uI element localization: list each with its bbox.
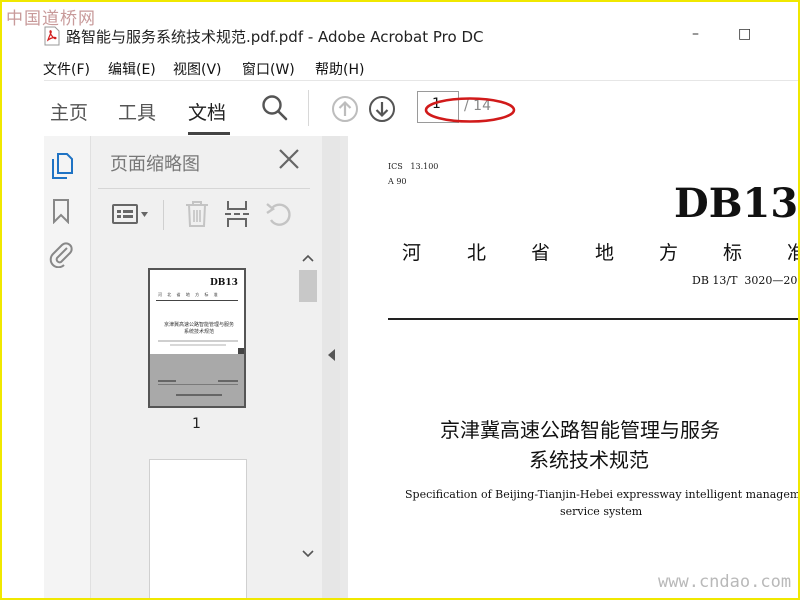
watermark-bottom: www.cndao.com: [658, 572, 792, 592]
thumb-header: 河 北 省 地 方 标 准: [158, 292, 220, 297]
doc-header-char: 河: [402, 242, 422, 264]
tab-document[interactable]: 文档: [188, 98, 226, 125]
pdf-file-icon: [44, 26, 60, 46]
tab-home[interactable]: 主页: [50, 98, 88, 125]
acrobat-window: 中国道桥网 路智能与服务系统技术规范.pdf.pdf - Adobe Acrob…: [2, 2, 798, 598]
maximize-button[interactable]: □: [738, 26, 751, 42]
rotate-page-icon[interactable]: [264, 200, 294, 228]
scroll-thumb[interactable]: [299, 270, 317, 302]
doc-english-line1: Specification of Beijing-Tianjin-Hebei e…: [405, 488, 798, 501]
menu-view[interactable]: 视图(V): [173, 59, 222, 79]
tab-tools[interactable]: 工具: [118, 98, 156, 125]
doc-db-code: DB13: [674, 180, 798, 227]
scroll-down-icon[interactable]: [302, 550, 314, 558]
doc-header-char: 准: [787, 242, 798, 264]
panel-tool-separator: [163, 200, 164, 230]
doc-ics: ICS 13.100: [388, 162, 439, 171]
thumb-title: 京津冀高速公路智能管理与服务系统技术规范: [164, 322, 235, 335]
delete-page-icon[interactable]: [184, 200, 210, 228]
panel-title: 页面缩略图: [110, 154, 200, 175]
doc-std-number: DB 13/T 3020—201: [692, 274, 798, 287]
highlight-ellipse: [424, 97, 516, 123]
menu-file[interactable]: 文件(F): [43, 59, 90, 79]
attachment-icon[interactable]: [48, 240, 74, 268]
doc-header-char: 方: [659, 242, 679, 264]
doc-title-line1: 京津冀高速公路智能管理与服务: [440, 418, 720, 442]
panel-divider: [98, 188, 310, 189]
page-thumbnails-icon[interactable]: [50, 152, 74, 180]
doc-a-code: A 90: [388, 177, 407, 186]
page-up-icon[interactable]: [331, 95, 359, 123]
doc-title-line2: 系统技术规范: [529, 448, 649, 472]
menu-help[interactable]: 帮助(H): [315, 59, 364, 79]
doc-rule: [388, 318, 798, 320]
doc-header-char: 省: [531, 242, 551, 264]
thumbnail-label: 1: [192, 416, 201, 432]
minimize-button[interactable]: –: [692, 26, 699, 42]
doc-header-char: 标: [723, 242, 743, 264]
toolbar-separator: [308, 90, 309, 126]
page-thumbnail-2[interactable]: [149, 459, 247, 598]
doc-header-char: 地: [595, 242, 615, 264]
thumb-gray-region: [150, 354, 244, 406]
panel-collapse-bar[interactable]: [322, 136, 340, 598]
menu-edit[interactable]: 编辑(E): [108, 59, 156, 79]
page-down-icon[interactable]: [368, 95, 396, 123]
doc-english-line2: service system: [560, 505, 643, 518]
menu-window[interactable]: 窗口(W): [242, 59, 295, 79]
insert-page-icon[interactable]: [224, 200, 250, 228]
doc-header-char: 北: [467, 242, 487, 264]
thumb-code: DB13: [210, 278, 238, 288]
bookmark-icon[interactable]: [52, 198, 70, 224]
window-title: 路智能与服务系统技术规范.pdf.pdf - Adobe Acrobat Pro…: [66, 28, 484, 46]
close-icon[interactable]: [278, 148, 300, 170]
collapse-arrow-icon[interactable]: [327, 348, 336, 362]
search-icon[interactable]: [261, 94, 289, 122]
scroll-up-icon[interactable]: [302, 254, 314, 262]
thumbnail-options-icon[interactable]: [112, 202, 152, 226]
active-tab-indicator: [188, 132, 230, 135]
page-thumbnail-1[interactable]: DB13 河 北 省 地 方 标 准 京津冀高速公路智能管理与服务系统技术规范: [148, 268, 246, 408]
